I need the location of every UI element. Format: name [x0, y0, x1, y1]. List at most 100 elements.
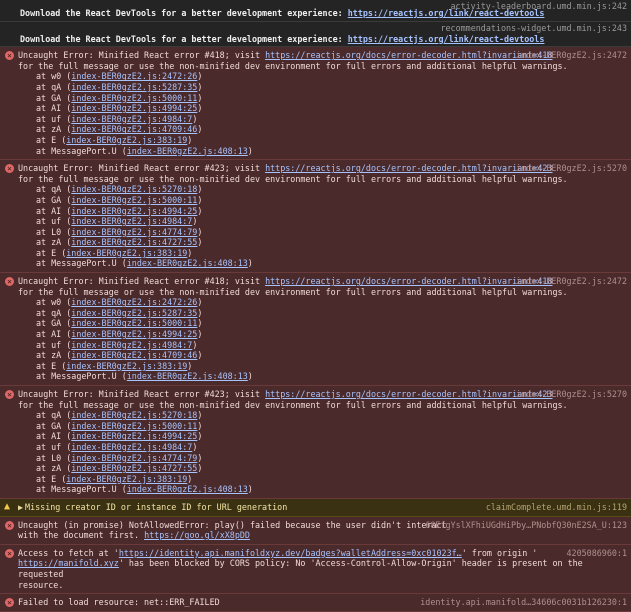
stack-frame-text: ) — [197, 431, 203, 442]
stack-frame: at MessagePort.U (index-BER0gzE2.js:408:… — [18, 146, 625, 157]
source-link[interactable]: recommendations-widget.umd.min.js:243 — [440, 23, 627, 34]
error-decoder-link[interactable]: https://reactjs.org/docs/error-decoder.h… — [265, 50, 552, 60]
stack-frame-link[interactable]: index-BER0gzE2.js:4994:25 — [71, 103, 197, 113]
stack-frame-link[interactable]: index-BER0gzE2.js:383:19 — [66, 135, 187, 145]
stack-frame-link[interactable]: index-BER0gzE2.js:4984:7 — [71, 114, 192, 124]
source-link[interactable]: index-BER0gzE2.js:5270 — [516, 389, 627, 400]
stack-frame-text: ) — [192, 441, 198, 452]
source-link[interactable]: identity.api.manifold…34606c0031b126230:… — [420, 597, 627, 608]
stack-frame-link[interactable]: index-BER0gzE2.js:383:19 — [66, 248, 187, 258]
stack-frame-text: at qA ( — [36, 81, 72, 92]
stack-frame: at MessagePort.U (index-BER0gzE2.js:408:… — [18, 484, 625, 495]
info-text: Download the React DevTools for a better… — [20, 33, 348, 44]
stack-frame-link[interactable]: index-BER0gzE2.js:408:13 — [127, 258, 248, 268]
stack-frame-text: ) — [247, 371, 253, 382]
source-link[interactable]: 4205086960:1 — [566, 548, 627, 559]
stack-frame: at E (index-BER0gzE2.js:383:19) — [18, 361, 625, 372]
stack-frame-text: at MessagePort.U ( — [36, 258, 127, 269]
stack-frame-link[interactable]: index-BER0gzE2.js:5287:35 — [71, 82, 197, 92]
stack-frame-link[interactable]: index-BER0gzE2.js:383:19 — [66, 474, 187, 484]
stack-frame-link[interactable]: index-BER0gzE2.js:5270:18 — [71, 410, 197, 420]
error-icon: ✕ — [5, 164, 14, 174]
stack-frame: at uf (index-BER0gzE2.js:4984:7) — [18, 216, 625, 227]
error-decoder-link[interactable]: https://reactjs.org/docs/error-decoder.h… — [265, 389, 552, 399]
stack-frame-link[interactable]: index-BER0gzE2.js:4709:46 — [71, 124, 197, 134]
stack-frame: at qA (index-BER0gzE2.js:5287:35) — [18, 308, 625, 319]
stack-frame-link[interactable]: index-BER0gzE2.js:4727:55 — [71, 463, 197, 473]
stack-frame-link[interactable]: index-BER0gzE2.js:408:13 — [127, 371, 248, 381]
stack-frame-link[interactable]: index-BER0gzE2.js:5270:18 — [71, 184, 197, 194]
stack-frame-link[interactable]: index-BER0gzE2.js:4774:79 — [71, 453, 197, 463]
stack-frame-link[interactable]: index-BER0gzE2.js:4984:7 — [71, 442, 192, 452]
console-error-row: ✕ index-BER0gzE2.js:2472 Uncaught Error: M… — [0, 47, 631, 161]
stack-frame: at w0 (index-BER0gzE2.js:2472:26) — [18, 71, 625, 82]
stack-frame-link[interactable]: index-BER0gzE2.js:5287:35 — [71, 308, 197, 318]
source-link[interactable]: 68EfgYslXFhiUGdHiPby…PNobfQ30nE2SA_U:123 — [425, 520, 627, 531]
stack-frame-link[interactable]: index-BER0gzE2.js:4984:7 — [71, 340, 192, 350]
stack-frame-link[interactable]: index-BER0gzE2.js:4994:25 — [71, 329, 197, 339]
stack-frame-text: ) — [197, 307, 203, 318]
stack-frame-link[interactable]: index-BER0gzE2.js:5000:11 — [71, 421, 197, 431]
origin-link[interactable]: https://manifold.xyz — [18, 558, 119, 568]
stack-frame-link[interactable]: index-BER0gzE2.js:4774:79 — [71, 227, 197, 237]
stack-frame: at w0 (index-BER0gzE2.js:2472:26) — [18, 297, 625, 308]
stack-frame-link[interactable]: index-BER0gzE2.js:4984:7 — [71, 216, 192, 226]
stack-frame: at L0 (index-BER0gzE2.js:4774:79) — [18, 453, 625, 464]
stack-frame-text: ) — [187, 360, 193, 371]
stack-frame-link[interactable]: index-BER0gzE2.js:383:19 — [66, 361, 187, 371]
stack-frame-text: ) — [197, 237, 203, 248]
devtools-link[interactable]: https://reactjs.org/link/react-devtools — [348, 34, 545, 44]
error-icon: ✕ — [5, 277, 14, 287]
console-error-row: ✕ index-BER0gzE2.js:5270 Uncaught Error: M… — [0, 386, 631, 499]
error-decoder-link[interactable]: https://reactjs.org/docs/error-decoder.h… — [265, 276, 552, 286]
warning-message: Missing creator ID or instance ID for UR… — [25, 501, 288, 512]
stack-frame-link[interactable]: index-BER0gzE2.js:2472:26 — [71, 71, 197, 81]
fetch-url-link[interactable]: https://identity.api.manifoldxyz.dev/bad… — [119, 548, 462, 558]
stack-frame: at E (index-BER0gzE2.js:383:19) — [18, 135, 625, 146]
source-link[interactable]: claimComplete.umd.min.js:119 — [486, 502, 627, 513]
console-info-row: recommendations-widget.umd.min.js:243 Do… — [0, 21, 631, 48]
stack-frame-link[interactable]: index-BER0gzE2.js:4709:46 — [71, 350, 197, 360]
console-warning-row[interactable]: ▲ claimComplete.umd.min.js:119 ▶ Missing … — [0, 498, 631, 517]
stack-frame: at qA (index-BER0gzE2.js:5287:35) — [18, 82, 625, 93]
error-decoder-link[interactable]: https://reactjs.org/docs/error-decoder.h… — [265, 163, 552, 173]
stack-frame-text: at GA ( — [36, 318, 72, 329]
stack-frame-link[interactable]: index-BER0gzE2.js:408:13 — [127, 484, 248, 494]
stack-frame: at GA (index-BER0gzE2.js:5000:11) — [18, 195, 625, 206]
console-error-row: ✕ identity.api.manifold…34606c0031b12623… — [0, 594, 631, 612]
stack-frame-text: at zA ( — [36, 124, 72, 135]
error-icon: ✕ — [5, 548, 14, 558]
source-link[interactable]: activity-leaderboard.umd.min.js:242 — [451, 1, 627, 12]
stack-frame: at uf (index-BER0gzE2.js:4984:7) — [18, 442, 625, 453]
error-link[interactable]: https://goo.gl/xX8pDD — [144, 530, 250, 540]
stack-frame: at uf (index-BER0gzE2.js:4984:7) — [18, 114, 625, 125]
error-icon: ✕ — [5, 598, 14, 608]
error-text: for the full message or use the non-mini… — [18, 286, 568, 297]
stack-frame-text: ) — [247, 145, 253, 156]
stack-frame-text: at zA ( — [36, 237, 72, 248]
stack-frame-link[interactable]: index-BER0gzE2.js:408:13 — [127, 146, 248, 156]
stack-frame-link[interactable]: index-BER0gzE2.js:2472:26 — [71, 297, 197, 307]
stack-frame-link[interactable]: index-BER0gzE2.js:4994:25 — [71, 431, 197, 441]
source-link[interactable]: index-BER0gzE2.js:2472 — [516, 50, 627, 61]
stack-frame-link[interactable]: index-BER0gzE2.js:5000:11 — [71, 93, 197, 103]
stack-frame-link[interactable]: index-BER0gzE2.js:4994:25 — [71, 206, 197, 216]
stack-frame-link[interactable]: index-BER0gzE2.js:5000:11 — [71, 195, 197, 205]
stack-frame-text: ) — [197, 318, 203, 329]
stack-frame-text: ) — [197, 420, 203, 431]
stack-frame-text: ) — [187, 247, 193, 258]
stack-frame-text: at GA ( — [36, 92, 72, 103]
stack-frame-text: at L0 ( — [36, 452, 72, 463]
stack-frame-text: at AI ( — [36, 431, 72, 442]
expand-triangle-icon[interactable]: ▶ — [18, 502, 23, 512]
source-link[interactable]: index-BER0gzE2.js:5270 — [516, 163, 627, 174]
warning-icon: ▲ — [4, 500, 11, 512]
stack-frame-text: at w0 ( — [36, 297, 72, 308]
devtools-console: activity-leaderboard.umd.min.js:242 Down… — [0, 0, 631, 612]
stack-frame-text: at MessagePort.U ( — [36, 371, 127, 382]
stack-frame-text: at GA ( — [36, 420, 72, 431]
console-error-row: ✕ 68EfgYslXFhiUGdHiPby…PNobfQ30nE2SA_U:1… — [0, 516, 631, 545]
source-link[interactable]: index-BER0gzE2.js:2472 — [516, 276, 627, 287]
stack-frame-link[interactable]: index-BER0gzE2.js:4727:55 — [71, 237, 197, 247]
stack-frame-link[interactable]: index-BER0gzE2.js:5000:11 — [71, 318, 197, 328]
